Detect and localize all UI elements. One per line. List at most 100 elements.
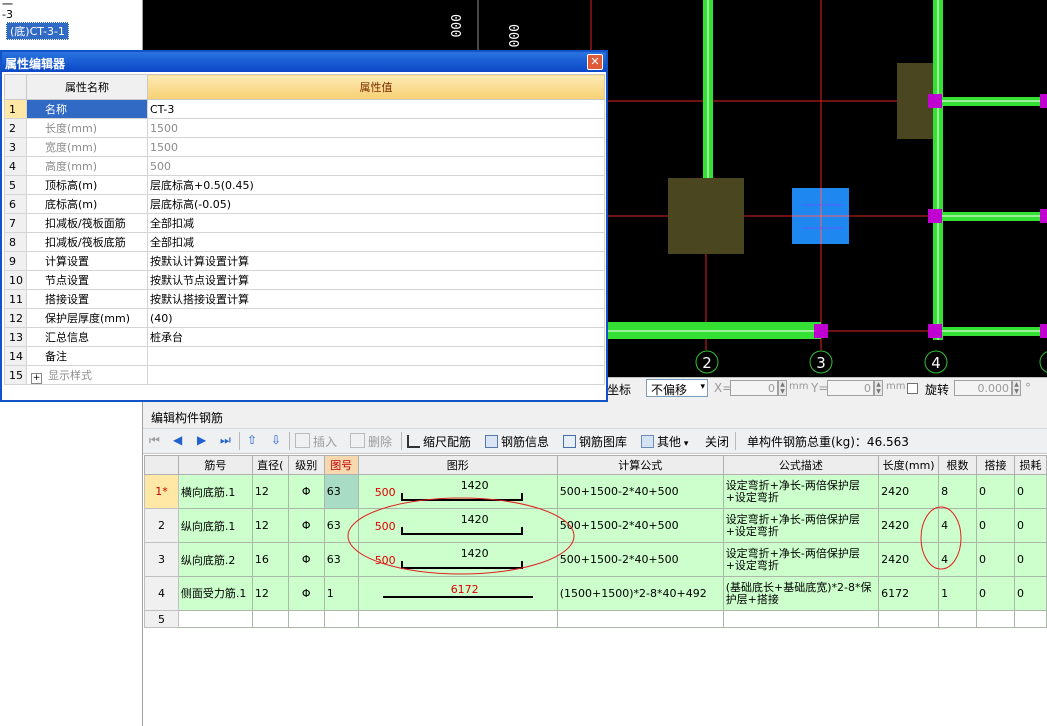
property-name-label: 长度(mm) — [45, 122, 98, 135]
property-row-number[interactable]: 4 — [4, 156, 27, 176]
property-name[interactable]: 底标高(m) — [26, 194, 148, 214]
property-value[interactable]: 全部扣减 — [147, 232, 605, 252]
property-row-number[interactable]: 12 — [4, 308, 27, 328]
rotate-spinner[interactable]: ▲ ▼ — [1012, 380, 1021, 396]
property-row[interactable]: 7 扣减板/筏板面筋 全部扣减 — [4, 213, 605, 233]
property-row[interactable]: 1 名称 CT-3 — [4, 99, 605, 119]
property-value[interactable]: 层底标高+0.5(0.45) — [147, 175, 605, 195]
property-row[interactable]: 6 底标高(m) 层底标高(-0.05) — [4, 194, 605, 214]
property-value[interactable]: (40) — [147, 308, 605, 328]
pile-cap — [897, 63, 933, 139]
dialog-title-bar[interactable]: 属性编辑器 ✕ — [2, 52, 606, 72]
property-name-label: 节点设置 — [45, 274, 89, 287]
property-name[interactable]: 名称 — [26, 99, 148, 119]
property-row[interactable]: 3 宽度(mm) 1500 — [4, 137, 605, 157]
property-name[interactable]: 扣减板/筏板面筋 — [26, 213, 148, 233]
property-name[interactable]: 扣减板/筏板底筋 — [26, 232, 148, 252]
dimension-label: 000 — [447, 14, 462, 37]
property-value[interactable]: CT-3 — [147, 99, 605, 119]
x-unit: mm — [789, 381, 809, 392]
x-input[interactable]: 0 — [730, 380, 778, 396]
tree-item[interactable]: -3 — [2, 8, 13, 21]
property-name[interactable]: 节点设置 — [26, 270, 148, 290]
x-spinner[interactable]: ▲ ▼ — [778, 380, 787, 396]
property-value[interactable]: 1500 — [147, 137, 605, 157]
y-input[interactable]: 0 — [827, 380, 874, 396]
property-row-number[interactable]: 2 — [4, 118, 27, 138]
property-value[interactable]: 桩承台 — [147, 327, 605, 347]
property-row[interactable]: 14 备注 — [4, 346, 605, 366]
property-value[interactable]: 按默认搭接设置计算 — [147, 289, 605, 309]
rotate-checkbox[interactable] — [907, 383, 918, 394]
property-name[interactable]: + 显示样式 — [26, 365, 148, 385]
property-header-row: 属性名称 属性值 — [4, 74, 605, 100]
property-row[interactable]: 2 长度(mm) 1500 — [4, 118, 605, 138]
property-row[interactable]: 4 高度(mm) 500 — [4, 156, 605, 176]
property-value[interactable]: 全部扣减 — [147, 213, 605, 233]
property-row[interactable]: 12 保护层厚度(mm) (40) — [4, 308, 605, 328]
annotation-layer — [347, 497, 962, 575]
property-row-number[interactable]: 8 — [4, 232, 27, 252]
property-row-number[interactable]: 7 — [4, 213, 27, 233]
coord-label: 坐标 — [607, 383, 632, 397]
property-name[interactable]: 高度(mm) — [26, 156, 148, 176]
property-value[interactable]: 1500 — [147, 118, 605, 138]
property-row-number[interactable]: 9 — [4, 251, 27, 271]
column — [1040, 94, 1047, 108]
column — [1040, 209, 1047, 223]
dialog-title: 属性编辑器 — [5, 57, 66, 71]
close-icon[interactable]: ✕ — [587, 54, 603, 70]
axis-label: 3 — [816, 354, 826, 372]
rotate-label: 旋转 — [925, 383, 950, 397]
property-value[interactable]: 按默认计算设置计算 — [147, 251, 605, 271]
property-name[interactable]: 备注 — [26, 346, 148, 366]
property-row-number[interactable]: 1 — [4, 99, 27, 119]
property-value[interactable] — [147, 346, 605, 366]
property-name[interactable]: 宽度(mm) — [26, 137, 148, 157]
property-name[interactable]: 长度(mm) — [26, 118, 148, 138]
property-value[interactable] — [147, 365, 605, 385]
property-row-number[interactable]: 13 — [4, 327, 27, 347]
property-name[interactable]: 汇总信息 — [26, 327, 148, 347]
property-row-number[interactable]: 10 — [4, 270, 27, 290]
property-row[interactable]: 10 节点设置 按默认节点设置计算 — [4, 270, 605, 290]
property-name[interactable]: 保护层厚度(mm) — [26, 308, 148, 328]
property-value[interactable]: 层底标高(-0.05) — [147, 194, 605, 214]
y-label: Y= — [811, 381, 829, 395]
column — [928, 324, 942, 338]
offset-mode-select[interactable]: 不偏移 ▾ — [646, 379, 708, 397]
property-row[interactable]: 5 顶标高(m) 层底标高+0.5(0.45) — [4, 175, 605, 195]
property-row-number[interactable]: 6 — [4, 194, 27, 214]
expand-icon[interactable]: + — [31, 372, 42, 384]
property-row-number[interactable]: 3 — [4, 137, 27, 157]
column — [928, 94, 942, 108]
property-value[interactable]: 按默认节点设置计算 — [147, 270, 605, 290]
property-row[interactable]: 9 计算设置 按默认计算设置计算 — [4, 251, 605, 271]
property-value[interactable]: 500 — [147, 156, 605, 176]
dimension-label: 000 — [505, 24, 520, 47]
property-name[interactable]: 顶标高(m) — [26, 175, 148, 195]
header-corner — [4, 74, 27, 100]
property-row[interactable]: 15 + 显示样式 — [4, 365, 605, 385]
property-row[interactable]: 13 汇总信息 桩承台 — [4, 327, 605, 347]
property-row-number[interactable]: 15 — [4, 365, 27, 385]
col-header-value: 属性值 — [147, 74, 605, 100]
property-row-number[interactable]: 11 — [4, 289, 27, 309]
property-row[interactable]: 8 扣减板/筏板底筋 全部扣减 — [4, 232, 605, 252]
column — [928, 209, 942, 223]
pile-cap — [668, 178, 744, 254]
property-table[interactable]: 属性名称 属性值 1 名称 CT-3 2 长度(mm) 1500 3 宽度(mm) 1500 4 高… — [4, 74, 605, 385]
col-header-name: 属性名称 — [26, 74, 148, 100]
tree-item-selected[interactable]: (底)CT-3-1 — [6, 22, 69, 40]
property-row[interactable]: 11 搭接设置 按默认搭接设置计算 — [4, 289, 605, 309]
rebar-edit-panel: 编辑构件钢筋 ⏮ ◀ ▶ ⏭ ⇧ ⇩ 插入 删除 缩尺配筋 钢筋信息 钢筋图库 … — [143, 400, 1047, 726]
y-unit: mm — [886, 381, 906, 392]
property-row-number[interactable]: 14 — [4, 346, 27, 366]
property-row-number[interactable]: 5 — [4, 175, 27, 195]
property-name[interactable]: 计算设置 — [26, 251, 148, 271]
rotate-input[interactable]: 0.000 — [954, 380, 1012, 396]
rotate-unit: ° — [1025, 381, 1031, 395]
column — [1040, 324, 1047, 338]
y-spinner[interactable]: ▲ ▼ — [874, 380, 883, 396]
property-name[interactable]: 搭接设置 — [26, 289, 148, 309]
